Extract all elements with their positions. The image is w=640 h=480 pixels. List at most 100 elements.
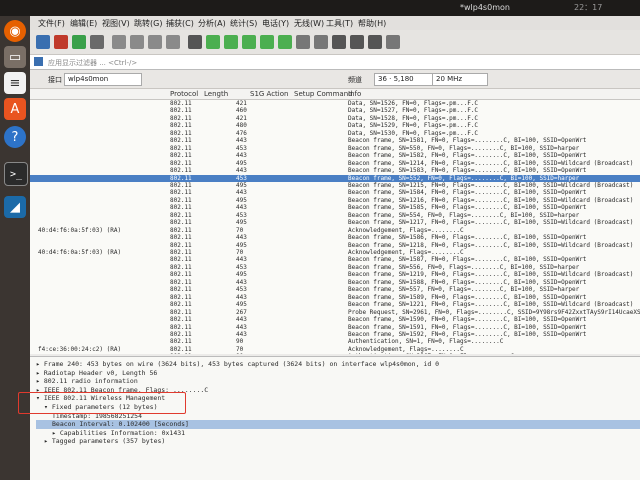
packet-row[interactable]: 802.11 495 Beacon frame, SN=1217, FN=0, Fl…	[30, 219, 640, 226]
col-info[interactable]: Info	[348, 90, 361, 98]
packet-row[interactable]: 802.11 443 Beacon frame, SN=1588, FN=0, Fl…	[30, 279, 640, 286]
packet-row[interactable]: 802.11 495 Beacon frame, SN=1218, FN=0, Fl…	[30, 242, 640, 249]
stop-capture-icon[interactable]	[54, 35, 68, 49]
packet-row[interactable]: 802.11 90 Authentication, SN=1, FN=0, Flag…	[30, 338, 640, 345]
packet-row[interactable]: 802.11 453 Beacon frame, SN=557, FN=0, Fla…	[30, 286, 640, 293]
go-forward-icon[interactable]	[224, 35, 238, 49]
packet-row[interactable]: 802.11 421 Data, SN=1526, FN=0, Flags=.pm.…	[30, 100, 640, 107]
terminal-icon[interactable]: >_	[4, 162, 28, 186]
files-icon[interactable]: ▭	[4, 46, 26, 68]
packet-length: 443	[236, 293, 247, 301]
packet-info: Data, SN=1526, FN=0, Flags=.pm...F.C	[348, 100, 479, 107]
packet-row[interactable]: 802.11 443 Beacon frame, SN=1583, FN=0, Fl…	[30, 167, 640, 174]
packet-info: Beacon frame, SN=1591, FN=0, Flags=.....…	[348, 323, 587, 331]
packet-row[interactable]: 802.11 443 Beacon frame, SN=1591, FN=0, Fl…	[30, 324, 640, 331]
document-icon[interactable]: ≡	[4, 72, 26, 94]
display-filter-bar[interactable]: 应用显示过滤器 ... <Ctrl-/>	[30, 55, 640, 70]
packet-row[interactable]: 802.11 495 Beacon frame, SN=1216, FN=0, Fl…	[30, 197, 640, 204]
save-file-icon[interactable]	[130, 35, 144, 49]
detail-line[interactable]: ▸ Tagged parameters (357 bytes)	[36, 437, 640, 446]
start-capture-icon[interactable]	[36, 35, 50, 49]
bookmark-icon[interactable]	[34, 57, 43, 66]
packet-protocol: 802.11	[170, 249, 192, 256]
menu-file[interactable]: 文件(F)	[38, 18, 65, 29]
last-packet-icon[interactable]	[278, 35, 292, 49]
detail-line[interactable]: ▸ Radiotap Header v0, Length 56	[36, 369, 636, 378]
app-store-icon[interactable]: A	[4, 98, 26, 120]
packet-row[interactable]: 802.11 453 Beacon frame, SN=550, FN=0, Fla…	[30, 145, 640, 152]
packet-row[interactable]: 802.11 460 Data, SN=1527, FN=0, Flags=.pm.…	[30, 107, 640, 114]
packet-row[interactable]: 802.11 495 Beacon frame, SN=1221, FN=0, Fl…	[30, 301, 640, 308]
packet-info: Data, SN=1527, FN=0, Flags=.pm...F.C	[348, 107, 479, 115]
go-back-icon[interactable]	[206, 35, 220, 49]
col-setup-command[interactable]: Setup Command	[294, 90, 353, 98]
packet-info: Beacon frame, SN=1592, FN=0, Flags=.....…	[348, 330, 587, 338]
col-protocol[interactable]: Protocol	[170, 90, 198, 98]
packet-row[interactable]: 802.11 453 Beacon frame, SN=556, FN=0, Fla…	[30, 264, 640, 271]
packet-row[interactable]: 802.11 495 Beacon frame, SN=1214, FN=0, Fl…	[30, 160, 640, 167]
packet-row[interactable]: 802.11 453 Beacon frame, SN=554, FN=0, Fla…	[30, 212, 640, 219]
menu-tools[interactable]: 工具(T)	[326, 18, 353, 29]
menu-telephony[interactable]: 电话(Y)	[262, 18, 289, 29]
packet-row[interactable]: 40:d4:f6:0a:5f:03) (RA) 802.11 70 Acknowled…	[30, 227, 640, 234]
reload-icon[interactable]	[166, 35, 180, 49]
menu-help[interactable]: 帮助(H)	[358, 18, 386, 29]
menu-analyze[interactable]: 分析(A)	[198, 18, 226, 29]
packet-row[interactable]: 802.11 453 Beacon frame, SN=552, FN=0, Fla…	[30, 174, 640, 182]
packet-row[interactable]: 40:d4:f6:0a:5f:03) (RA) 802.11 70 Acknowled…	[30, 249, 640, 256]
packet-row[interactable]: 802.11 495 Beacon frame, SN=1215, FN=0, Fl…	[30, 182, 640, 189]
help-icon[interactable]: ?	[4, 126, 26, 148]
interface-select[interactable]: wlp4s0mon	[64, 73, 142, 86]
packet-row[interactable]: 802.11 443 Beacon frame, SN=1589, FN=0, Fl…	[30, 294, 640, 301]
detail-line[interactable]: Beacon Interval: 0.102400 [Seconds]	[36, 420, 640, 429]
packet-row[interactable]: 802.11 443 Beacon frame, SN=1590, FN=0, Fl…	[30, 316, 640, 323]
zoom-out-icon[interactable]	[350, 35, 364, 49]
display-filter-input[interactable]: 应用显示过滤器 ... <Ctrl-/>	[48, 58, 137, 68]
menu-go[interactable]: 跳转(G)	[134, 18, 162, 29]
packet-row[interactable]: f4:ce:36:00:24:c2) (RA) 802.11 70 Acknowled…	[30, 346, 640, 353]
packet-row[interactable]: 802.11 443 Beacon frame, SN=1581, FN=0, Fl…	[30, 137, 640, 144]
restart-capture-icon[interactable]	[72, 35, 86, 49]
packet-row[interactable]: 802.11 443 Beacon frame, SN=1584, FN=0, Fl…	[30, 189, 640, 196]
channel-select[interactable]: 36 · 5,180	[374, 73, 434, 86]
packet-row[interactable]: 802.11 443 Beacon frame, SN=1586, FN=0, Fl…	[30, 234, 640, 241]
menu-view[interactable]: 视图(V)	[102, 18, 130, 29]
firefox-icon[interactable]: ◉	[4, 20, 26, 42]
detail-line[interactable]: ▸ Frame 240: 453 bytes on wire (3624 bit…	[36, 360, 636, 369]
packet-details-pane[interactable]: ▸ Frame 240: 453 bytes on wire (3624 bit…	[30, 356, 640, 480]
normal-size-icon[interactable]	[368, 35, 382, 49]
go-to-packet-icon[interactable]	[242, 35, 256, 49]
open-file-icon[interactable]	[112, 35, 126, 49]
packet-row[interactable]: 802.11 443 Beacon frame, SN=1585, FN=0, Fl…	[30, 204, 640, 211]
packet-row[interactable]: 802.11 480 Data, SN=1529, FN=0, Flags=.pm.…	[30, 122, 640, 129]
packet-row[interactable]: 802.11 267 Probe Request, SN=2961, FN=0, F…	[30, 309, 640, 316]
packet-row[interactable]: 802.11 443 Beacon frame, SN=1592, FN=0, Fl…	[30, 331, 640, 338]
packet-row[interactable]: 802.11 495 Beacon frame, SN=1219, FN=0, Fl…	[30, 271, 640, 278]
packet-row[interactable]: 802.11 443 Beacon frame, SN=1587, FN=0, Fl…	[30, 256, 640, 263]
channel-width-select[interactable]: 20 MHz	[432, 73, 488, 86]
find-packet-icon[interactable]	[188, 35, 202, 49]
menu-capture[interactable]: 捕获(C)	[166, 18, 194, 29]
colorize-icon[interactable]	[314, 35, 328, 49]
packet-row[interactable]: 802.11 476 Data, SN=1530, FN=0, Flags=.pm.…	[30, 130, 640, 137]
col-s1g-action[interactable]: S1G Action	[250, 90, 288, 98]
autoscroll-icon[interactable]	[296, 35, 310, 49]
packet-row[interactable]: 802.11 421 Data, SN=1528, FN=0, Flags=.pm.…	[30, 115, 640, 122]
menu-edit[interactable]: 编辑(E)	[70, 18, 97, 29]
packet-row[interactable]: 802.11 443 Beacon frame, SN=1582, FN=0, Fl…	[30, 152, 640, 159]
col-length[interactable]: Length	[204, 90, 228, 98]
menu-wireless[interactable]: 无线(W)	[294, 18, 324, 29]
detail-line[interactable]: ▸ Capabilities Information: 0x1431	[36, 429, 640, 438]
menu-statistics[interactable]: 统计(S)	[230, 18, 257, 29]
packet-info: Beacon frame, SN=1586, FN=0, Flags=.....…	[348, 234, 587, 242]
options-icon[interactable]	[90, 35, 104, 49]
detail-line[interactable]: ▸ 802.11 radio information	[36, 377, 636, 386]
packet-row[interactable]: 802.11 90 Authentication, SN=3867, FN=0, F…	[30, 353, 640, 354]
first-packet-icon[interactable]	[260, 35, 274, 49]
packet-length: 460	[236, 107, 247, 115]
wireshark-icon[interactable]: ◢	[4, 196, 26, 218]
packet-list[interactable]: 802.11 421 Data, SN=1526, FN=0, Flags=.pm.…	[30, 100, 640, 354]
resize-columns-icon[interactable]	[386, 35, 400, 49]
zoom-in-icon[interactable]	[332, 35, 346, 49]
close-file-icon[interactable]	[148, 35, 162, 49]
